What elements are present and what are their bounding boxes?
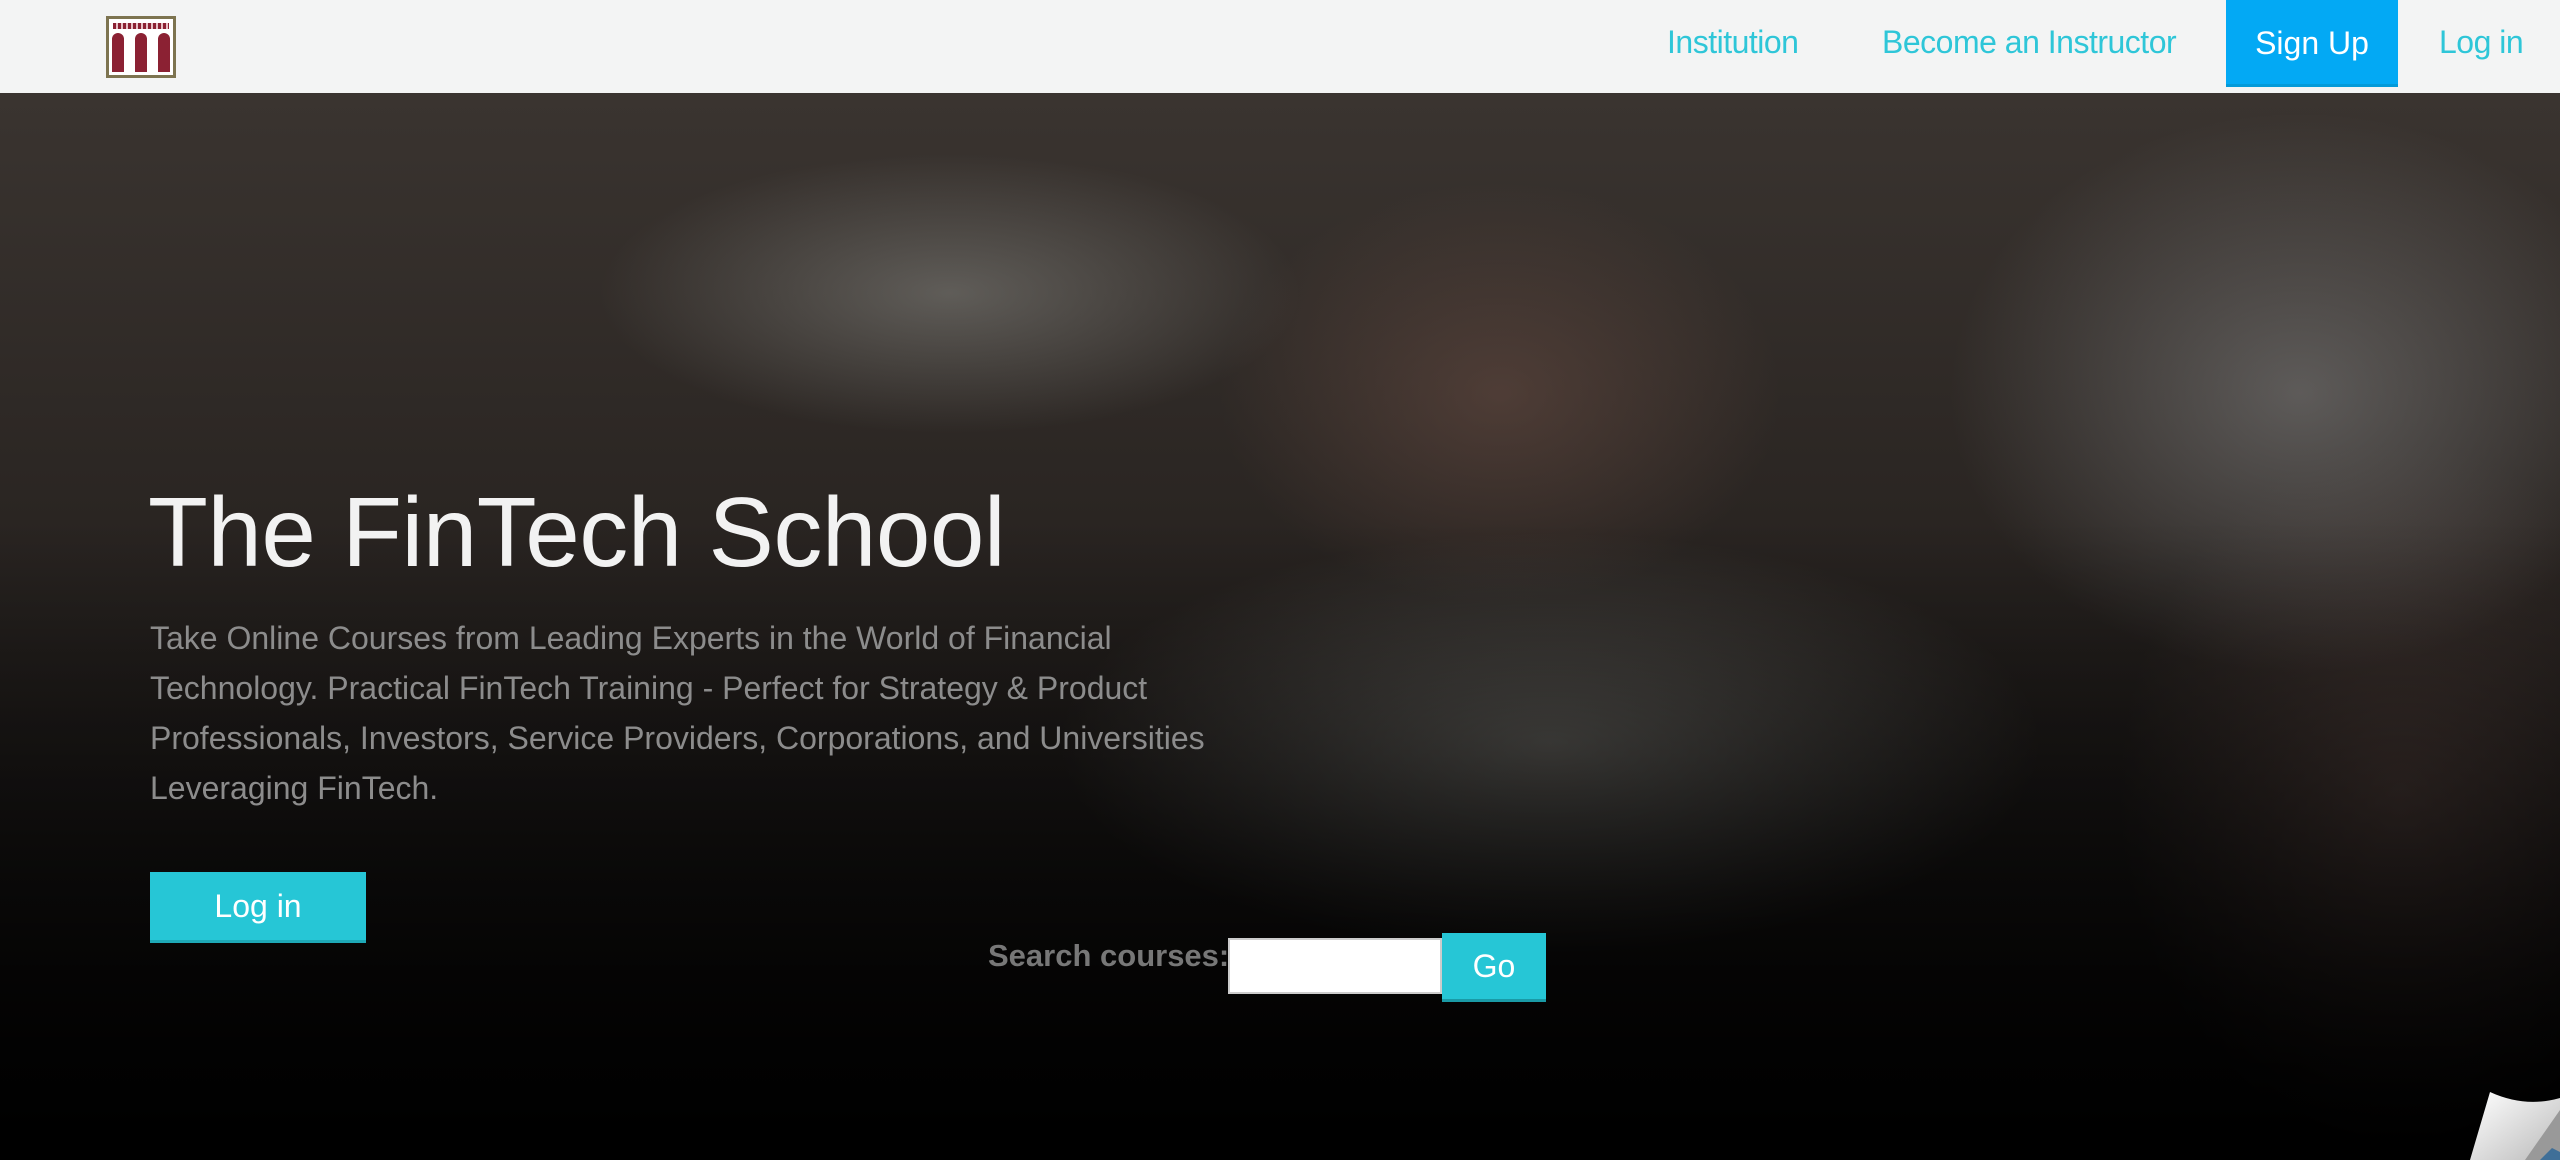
page-curl-icon[interactable] xyxy=(2410,1060,2560,1160)
nav-institution-link[interactable]: Institution xyxy=(1667,24,1799,61)
hero-log-in-button[interactable]: Log in xyxy=(150,872,366,943)
school-logo[interactable] xyxy=(106,16,176,78)
nav-log-in-link[interactable]: Log in xyxy=(2439,24,2524,61)
logo-frieze xyxy=(113,23,169,29)
hero-section: The FinTech School Take Online Courses f… xyxy=(0,93,2560,1160)
nav-become-instructor-link[interactable]: Become an Instructor xyxy=(1882,24,2177,61)
logo-column xyxy=(112,33,124,72)
hero-title: The FinTech School xyxy=(148,477,1006,587)
search-go-button[interactable]: Go xyxy=(1442,933,1546,1002)
hero-subtitle: Take Online Courses from Leading Experts… xyxy=(150,620,1205,806)
top-navbar: Institution Become an Instructor Sign Up… xyxy=(0,0,2560,93)
search-courses-input[interactable] xyxy=(1228,938,1442,994)
sign-up-button[interactable]: Sign Up xyxy=(2226,0,2398,87)
logo-column xyxy=(135,33,147,72)
logo-column xyxy=(158,33,170,72)
